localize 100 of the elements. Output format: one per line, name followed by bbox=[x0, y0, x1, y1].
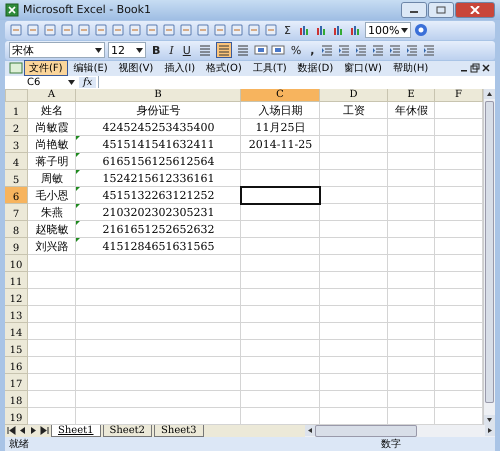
column-header[interactable]: A bbox=[28, 88, 76, 102]
close-icon bbox=[470, 6, 480, 14]
workbook-icon bbox=[9, 61, 23, 76]
row-header[interactable]: 2 bbox=[5, 118, 28, 136]
row-header[interactable]: 12 bbox=[5, 288, 28, 306]
table-cell: 4151284651631565 bbox=[102, 240, 214, 253]
close-button[interactable] bbox=[455, 2, 495, 18]
table-cell: 身份证号 bbox=[136, 102, 180, 118]
row-header[interactable]: 18 bbox=[5, 390, 28, 408]
row-header[interactable]: 3 bbox=[5, 136, 28, 153]
menu-item[interactable]: 工具(T) bbox=[248, 60, 292, 76]
table-cell: 11月25日 bbox=[256, 120, 306, 135]
row-header[interactable]: 9 bbox=[5, 238, 28, 255]
table-cell: 入场日期 bbox=[258, 102, 302, 118]
row-header[interactable]: 5 bbox=[5, 170, 28, 187]
font-size-dropdown[interactable]: 12 bbox=[108, 42, 146, 58]
table-cell: 赵晓敏 bbox=[36, 222, 68, 237]
menu-item[interactable]: 文件(F) bbox=[24, 60, 68, 76]
scroll-thumb[interactable] bbox=[315, 424, 417, 437]
menu-item[interactable]: 数据(D) bbox=[292, 60, 338, 76]
menu-item[interactable]: 帮助(H) bbox=[388, 60, 434, 76]
minimize-button[interactable] bbox=[401, 2, 427, 18]
autosum-button[interactable]: Σ bbox=[281, 24, 294, 37]
table-cell: 4245245253435400 bbox=[102, 120, 214, 134]
table-cell: 朱燕 bbox=[41, 204, 63, 220]
column-header[interactable]: E bbox=[388, 88, 435, 102]
scroll-up-icon[interactable] bbox=[484, 88, 495, 99]
status-mode: 数字 bbox=[381, 438, 401, 451]
row-header[interactable]: 4 bbox=[5, 152, 28, 170]
scroll-thumb[interactable] bbox=[485, 100, 494, 403]
restore-icon[interactable] bbox=[470, 63, 480, 74]
scroll-left-icon[interactable] bbox=[305, 424, 315, 436]
sheet-tab[interactable]: Sheet2 bbox=[102, 424, 152, 437]
table-cell: 毛小恩 bbox=[36, 188, 68, 203]
table-cell: 4515141541632411 bbox=[102, 138, 214, 151]
sheet-tab[interactable]: Sheet1 bbox=[51, 424, 101, 437]
row-header[interactable]: 13 bbox=[5, 306, 28, 323]
table-cell: 6165156125612564 bbox=[102, 154, 214, 168]
table-cell: 2103202302305231 bbox=[102, 206, 214, 219]
percent-button[interactable]: % bbox=[288, 44, 304, 57]
zoom-dropdown[interactable]: 100% bbox=[364, 22, 411, 38]
next-sheet-icon[interactable] bbox=[29, 426, 38, 436]
table-cell: 尚敏霞 bbox=[36, 120, 68, 135]
table-cell: 4515132263121252 bbox=[102, 188, 214, 202]
dropdown-arrow-icon bbox=[68, 80, 75, 85]
italic-button[interactable]: I bbox=[166, 44, 177, 57]
column-header[interactable]: B bbox=[76, 88, 241, 102]
table-cell: 年休假 bbox=[395, 102, 428, 118]
table-cell: 2014-11-25 bbox=[248, 138, 312, 151]
column-header[interactable]: C bbox=[241, 88, 320, 102]
row-header[interactable]: 10 bbox=[5, 254, 28, 272]
horizontal-scrollbar[interactable] bbox=[305, 424, 495, 437]
last-sheet-icon[interactable] bbox=[40, 426, 49, 436]
dropdown-arrow-icon bbox=[400, 28, 408, 33]
maximize-button[interactable] bbox=[428, 2, 454, 18]
row-header[interactable]: 17 bbox=[5, 374, 28, 391]
window-title: Microsoft Excel - Book1 bbox=[23, 3, 152, 16]
scroll-right-icon[interactable] bbox=[485, 424, 495, 436]
vertical-scrollbar[interactable] bbox=[483, 88, 495, 425]
first-sheet-icon[interactable] bbox=[7, 426, 16, 436]
table-cell: 尚艳敏 bbox=[36, 136, 68, 152]
dropdown-arrow-icon bbox=[136, 48, 143, 53]
menu-item[interactable]: 窗口(W) bbox=[339, 60, 387, 76]
table-cell: 周敏 bbox=[41, 170, 63, 186]
row-header[interactable]: 7 bbox=[5, 204, 28, 221]
table-cell: 2161651252652632 bbox=[102, 222, 214, 236]
menu-item[interactable]: 插入(I) bbox=[159, 60, 200, 76]
close-icon[interactable] bbox=[481, 63, 491, 74]
table-cell: 工资 bbox=[343, 102, 365, 118]
column-header[interactable]: F bbox=[435, 88, 483, 102]
table-cell: 1524215612336161 bbox=[102, 172, 214, 185]
row-header[interactable]: 1 bbox=[5, 102, 28, 119]
menu-item[interactable]: 编辑(E) bbox=[68, 60, 113, 76]
row-header[interactable]: 16 bbox=[5, 356, 28, 374]
sheet-tab[interactable]: Sheet3 bbox=[154, 424, 204, 437]
menu-item[interactable]: 格式(O) bbox=[201, 60, 247, 76]
row-header[interactable]: 6 bbox=[5, 186, 28, 204]
column-header[interactable]: D bbox=[320, 88, 388, 102]
scroll-down-icon[interactable] bbox=[484, 414, 495, 425]
row-header[interactable]: 15 bbox=[5, 340, 28, 357]
status-text: 就绪 bbox=[9, 438, 29, 451]
row-header[interactable]: 19 bbox=[5, 408, 28, 425]
table-cell: 蒋子明 bbox=[36, 154, 68, 169]
dropdown-arrow-icon bbox=[95, 48, 102, 53]
insert-function-button[interactable]: fx bbox=[79, 76, 96, 88]
underline-button[interactable]: U bbox=[180, 44, 194, 57]
menu-item[interactable]: 视图(V) bbox=[114, 60, 158, 76]
previous-sheet-icon[interactable] bbox=[18, 426, 27, 436]
font-dropdown[interactable]: 宋体 bbox=[9, 42, 105, 58]
align-center-icon[interactable] bbox=[216, 42, 232, 58]
row-header[interactable]: 8 bbox=[5, 220, 28, 238]
table-cell: 姓名 bbox=[41, 102, 63, 118]
help-icon[interactable] bbox=[414, 23, 428, 38]
maximize-icon bbox=[436, 6, 446, 14]
row-header[interactable]: 11 bbox=[5, 272, 28, 289]
comma-button[interactable]: , bbox=[307, 44, 318, 57]
table-cell: 刘兴路 bbox=[36, 238, 68, 254]
bold-button[interactable]: B bbox=[149, 44, 164, 57]
excel-icon bbox=[5, 2, 19, 17]
row-header[interactable]: 14 bbox=[5, 322, 28, 340]
